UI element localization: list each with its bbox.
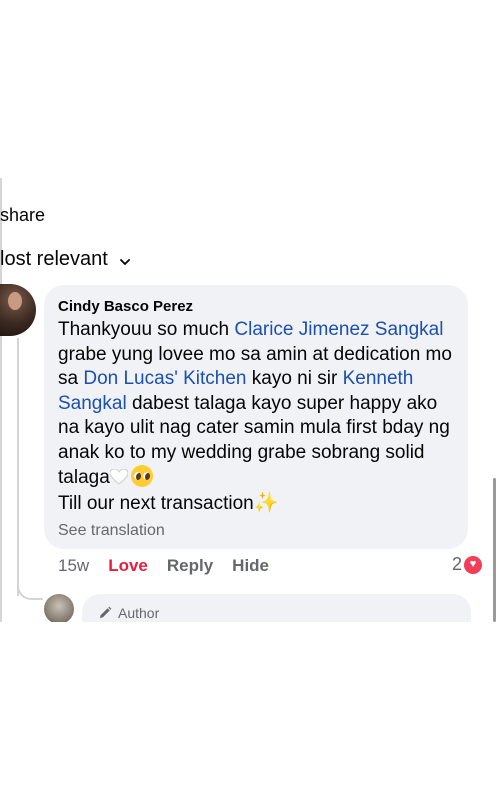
thread-connector: [17, 578, 43, 600]
comments-section: share lost relevant Cindy Basco Perez Th…: [0, 178, 500, 622]
reaction-summary[interactable]: 2 ♥: [452, 554, 483, 575]
comment-text: Thankyouu so much Clarice Jimenez Sangka…: [58, 318, 463, 516]
hide-button[interactable]: Hide: [232, 556, 269, 576]
comment-timestamp[interactable]: 15w: [58, 556, 89, 576]
mention-don-lucas-kitchen[interactable]: Don Lucas' Kitchen: [83, 368, 246, 389]
heart-reaction-icon: ♥: [464, 555, 483, 574]
scrollbar[interactable]: [493, 478, 496, 622]
sort-label: lost relevant: [0, 248, 108, 270]
text-segment: kayo ni sir: [246, 368, 343, 389]
mention-clarice[interactable]: Clarice Jimenez Sangkal: [234, 319, 443, 340]
white-heart-emoji: [109, 468, 129, 485]
chevron-down-icon: [119, 254, 130, 269]
comment-author[interactable]: Cindy Basco Perez: [58, 298, 193, 315]
see-translation-link[interactable]: See translation: [58, 522, 165, 540]
text-segment: Till our next transaction: [58, 492, 254, 514]
love-button[interactable]: Love: [108, 556, 148, 576]
pleading-face-emoji: [130, 465, 153, 487]
share-label[interactable]: share: [0, 205, 45, 226]
author-badge: Author: [98, 605, 159, 621]
sparkles-emoji: ✨: [253, 491, 279, 514]
left-divider: [0, 178, 2, 622]
reaction-count: 2: [452, 554, 463, 574]
thread-line: [17, 338, 19, 596]
commenter-avatar[interactable]: [0, 284, 36, 336]
reply-button[interactable]: Reply: [167, 556, 213, 576]
text-segment: Thankyouu so much: [58, 319, 235, 340]
sort-dropdown[interactable]: lost relevant: [0, 248, 130, 271]
pencil-icon: [100, 606, 112, 618]
author-badge-label: Author: [118, 605, 160, 621]
comment-actions: 15w Love Reply Hide: [58, 556, 288, 576]
reply-author-avatar[interactable]: [44, 594, 74, 622]
